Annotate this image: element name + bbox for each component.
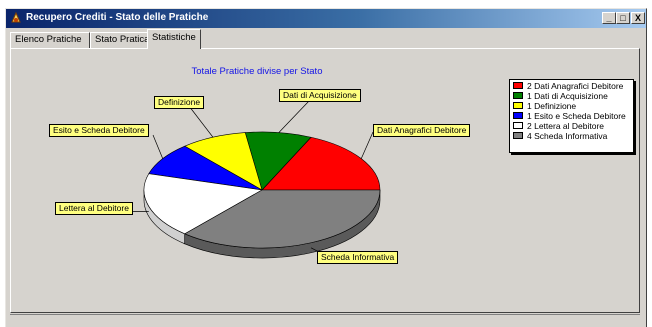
legend-item: 1 Definizione: [513, 101, 633, 111]
callout-esito-scheda-debitore: Esito e Scheda Debitore: [49, 124, 149, 137]
minimize-button[interactable]: _: [602, 12, 616, 24]
legend-item: 1 Esito e Scheda Debitore: [513, 111, 633, 121]
legend-label: 2 Dati Anagrafici Debitore: [527, 81, 624, 91]
status-bar: [10, 314, 640, 327]
legend-swatch: [513, 132, 523, 139]
app-window: Recupero Crediti - Stato delle Pratiche …: [5, 8, 647, 327]
legend-swatch: [513, 112, 523, 119]
callout-definizione: Definizione: [154, 96, 205, 109]
tab-strip: Elenco Pratiche Stato Pratica Statistich…: [10, 29, 640, 49]
tab-statistiche[interactable]: Statistiche: [147, 29, 201, 49]
chart-legend: 2 Dati Anagrafici Debitore 1 Dati di Acq…: [509, 79, 634, 153]
tab-stato-pratica[interactable]: Stato Pratica: [90, 32, 149, 48]
callout-dati-acquisizione: Dati di Acquisizione: [279, 89, 361, 102]
app-icon: [11, 11, 21, 23]
legend-item: 4 Scheda Informativa: [513, 131, 633, 141]
legend-label: 4 Scheda Informativa: [527, 131, 608, 141]
legend-label: 2 Lettera al Debitore: [527, 121, 605, 131]
callout-scheda-informativa: Scheda Informativa: [317, 251, 399, 264]
legend-swatch: [513, 92, 523, 99]
legend-label: 1 Esito e Scheda Debitore: [527, 111, 626, 121]
maximize-button[interactable]: □: [616, 12, 630, 24]
close-button[interactable]: X: [631, 12, 645, 24]
leader-line-2: [188, 105, 214, 138]
legend-swatch: [513, 122, 523, 129]
callout-lettera-al-debitore: Lettera al Debitore: [55, 202, 133, 215]
statistics-panel: Totale Pratiche divise per Stato Dati di…: [10, 48, 640, 313]
legend-item: 2 Lettera al Debitore: [513, 121, 633, 131]
window-title: Recupero Crediti - Stato delle Pratiche: [26, 12, 209, 23]
pie-top: [143, 131, 381, 249]
leader-line-3: [152, 134, 164, 159]
title-bar[interactable]: Recupero Crediti - Stato delle Pratiche …: [6, 9, 646, 28]
callout-dati-anagrafici-debitore: Dati Anagrafici Debitore: [373, 124, 471, 137]
legend-label: 1 Definizione: [527, 101, 577, 111]
legend-item: 2 Dati Anagrafici Debitore: [513, 81, 633, 91]
leader-line-0: [360, 131, 374, 159]
tab-elenco-pratiche[interactable]: Elenco Pratiche: [10, 32, 90, 48]
legend-label: 1 Dati di Acquisizione: [527, 91, 608, 101]
legend-swatch: [513, 102, 523, 109]
legend-item: 1 Dati di Acquisizione: [513, 91, 633, 101]
legend-swatch: [513, 82, 523, 89]
leader-line-1: [278, 100, 310, 133]
